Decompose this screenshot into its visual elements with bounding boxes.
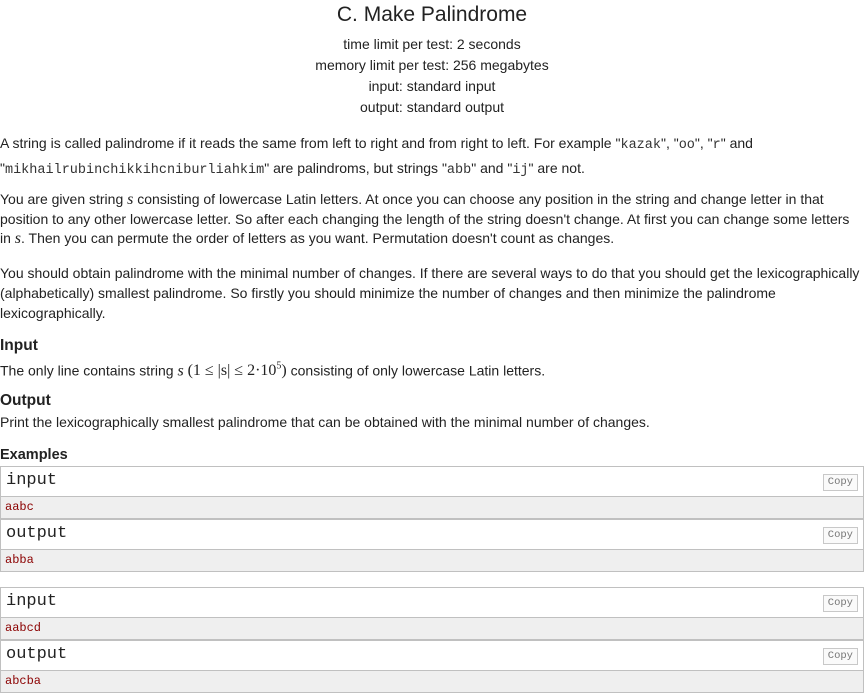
example-oo: oo (678, 138, 695, 153)
input-label: input (6, 471, 58, 490)
output-file: output: standard output (360, 99, 504, 115)
output-label: output (6, 524, 68, 543)
example-1-input-value: aabc (5, 500, 34, 514)
examples-title: Examples (0, 447, 68, 463)
example-abb: abb (446, 163, 472, 178)
output-section-title: Output (0, 392, 51, 409)
example-long: mikhailrubinchikkihcniburliahkim (4, 163, 265, 178)
example-1-input-box: input Copy aabc (0, 466, 864, 519)
example-1-output-value: abba (5, 553, 34, 567)
statement-paragraph-3: You should obtain palindrome with the mi… (0, 265, 860, 321)
var-s: s (177, 362, 184, 380)
time-limit: time limit per test: 2 seconds (343, 36, 521, 52)
memory-limit: memory limit per test: 256 megabytes (315, 57, 549, 73)
constraint-math: (1 ≤ |s| ≤ 2·105) (187, 361, 287, 380)
statement-paragraph-1: A string is called palindrome if it read… (0, 135, 753, 178)
copy-button[interactable]: Copy (822, 527, 858, 544)
copy-button[interactable]: Copy (822, 474, 858, 491)
example-kazak: kazak (620, 138, 661, 153)
input-section-title: Input (0, 337, 38, 354)
example-2-output-box: output Copy abcba (0, 640, 864, 693)
problem-title: C. Make Palindrome (336, 3, 528, 26)
example-r: r (712, 138, 721, 153)
copy-button[interactable]: Copy (822, 648, 858, 665)
statement-paragraph-2: You are given string s consisting of low… (0, 191, 850, 247)
example-2-input-value: aabcd (5, 621, 42, 635)
input-label: input (6, 592, 58, 611)
input-file: input: standard input (368, 78, 496, 94)
example-2-input-box: input Copy aabcd (0, 587, 864, 640)
example-ij: ij (512, 163, 529, 178)
input-section-text: The only line contains string s (1 ≤ |s|… (0, 361, 546, 380)
output-section-text: Print the lexicographically smallest pal… (0, 414, 650, 430)
example-2-output-value: abcba (5, 674, 42, 688)
example-1-output-box: output Copy abba (0, 519, 864, 572)
copy-button[interactable]: Copy (822, 595, 858, 612)
output-label: output (6, 645, 68, 664)
